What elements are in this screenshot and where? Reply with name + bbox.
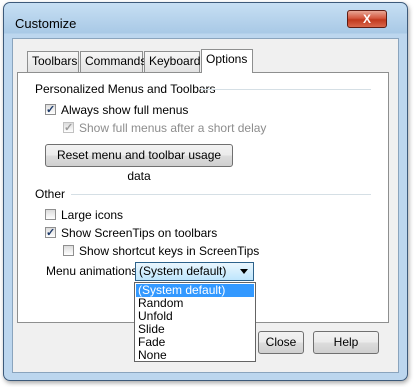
show-shortcut-keys-option[interactable]: Show shortcut keys in ScreenTips bbox=[63, 243, 259, 259]
reset-usage-data-button[interactable]: Reset menu and toolbar usage data bbox=[45, 144, 233, 183]
tab-options[interactable]: Options bbox=[201, 49, 253, 73]
close-icon: X bbox=[362, 12, 371, 26]
personalized-divider bbox=[201, 89, 371, 90]
show-screentips-option[interactable]: Show ScreenTips on toolbars bbox=[45, 225, 217, 241]
chevron-down-icon[interactable] bbox=[240, 269, 248, 274]
large-icons-label: Large icons bbox=[61, 208, 124, 222]
show-full-menus-delay-option: Show full menus after a short delay bbox=[63, 120, 266, 136]
show-full-menus-delay-checkbox bbox=[63, 120, 74, 136]
menu-animations-option-none[interactable]: None bbox=[136, 349, 254, 362]
title-bar[interactable]: Customize X bbox=[4, 3, 407, 37]
menu-animations-select[interactable]: (System default) bbox=[135, 262, 254, 281]
always-show-full-menus-label: Always show full menus bbox=[61, 103, 189, 117]
window-close-button[interactable]: X bbox=[347, 10, 387, 28]
other-heading: Other bbox=[35, 187, 66, 201]
show-screentips-checkbox[interactable] bbox=[45, 225, 56, 241]
always-show-full-menus-option[interactable]: Always show full menus bbox=[45, 102, 188, 118]
tab-keyboard-label: Keyboard bbox=[149, 54, 201, 68]
menu-animations-value: (System default) bbox=[139, 264, 227, 278]
show-shortcut-keys-checkbox[interactable] bbox=[63, 245, 74, 256]
tab-commands-label: Commands bbox=[85, 54, 147, 68]
tab-toolbars[interactable]: Toolbars bbox=[27, 51, 79, 72]
window-title: Customize bbox=[15, 16, 77, 31]
show-full-menus-delay-label: Show full menus after a short delay bbox=[79, 121, 267, 135]
show-screentips-label: Show ScreenTips on toolbars bbox=[61, 226, 218, 240]
tab-options-label: Options bbox=[206, 52, 248, 66]
close-button[interactable]: Close bbox=[258, 331, 304, 354]
always-show-full-menus-checkbox[interactable] bbox=[45, 102, 56, 118]
menu-animations-label: Menu animations: bbox=[46, 264, 141, 278]
help-button[interactable]: Help bbox=[313, 331, 379, 354]
tab-keyboard[interactable]: Keyboard bbox=[144, 51, 200, 72]
personalized-heading: Personalized Menus and Toolbars bbox=[35, 82, 216, 96]
tab-toolbars-label: Toolbars bbox=[32, 54, 78, 68]
show-shortcut-keys-label: Show shortcut keys in ScreenTips bbox=[79, 244, 260, 258]
menu-animations-dropdown-list: (System default) Random Unfold Slide Fad… bbox=[134, 282, 256, 362]
tab-commands[interactable]: Commands bbox=[80, 51, 147, 72]
other-divider bbox=[71, 194, 371, 195]
large-icons-checkbox[interactable] bbox=[45, 209, 56, 220]
large-icons-option[interactable]: Large icons bbox=[45, 207, 123, 223]
